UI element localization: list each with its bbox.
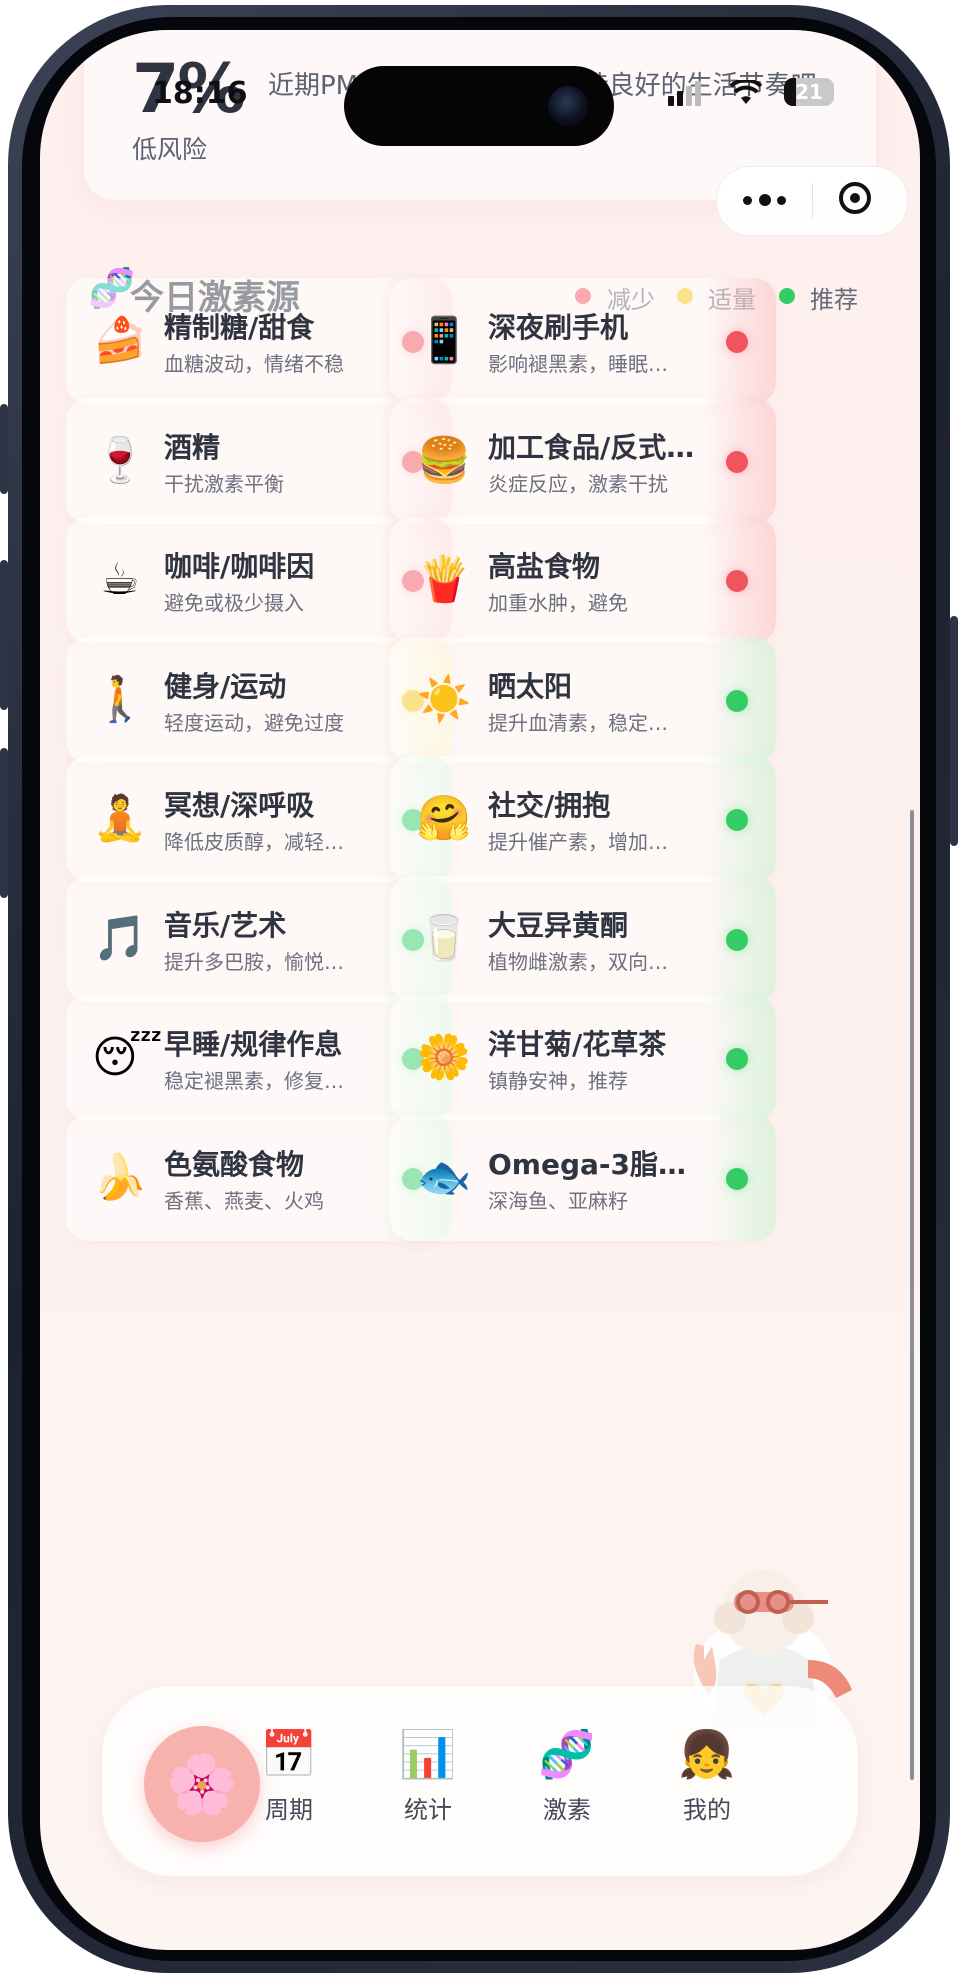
app-screen: 7% 低风险 近期PMS风险较低，继续保持良好的生活节奏吧 18:16 21 🧬… (40, 30, 920, 1950)
status-time: 18:16 (152, 76, 248, 111)
level-indicator-dot (726, 689, 748, 712)
battery-icon: 21 (784, 78, 834, 106)
source-description: 降低皮质醇，减轻… (164, 830, 344, 854)
source-description: 深海鱼、亚麻籽 (488, 1188, 628, 1213)
source-description: 避免或极少摄入 (164, 591, 304, 615)
volume-up-button (0, 560, 8, 710)
dynamic-island (344, 66, 614, 146)
source-emoji-icon: 🎵 (92, 912, 148, 964)
source-emoji-icon: 🌼 (416, 1032, 472, 1083)
hormone-source-card[interactable]: 🍔 加工食品/反式… 炎症反应，激素干扰 (390, 397, 776, 524)
source-title: 深夜刷手机 (488, 311, 629, 344)
level-indicator-dot (726, 450, 748, 473)
source-emoji-icon: 🍌 (92, 1151, 148, 1203)
source-title: 加工食品/反式… (488, 430, 695, 464)
tab-cycle[interactable]: 📅 周期 (234, 1726, 344, 1825)
source-title: 咖啡/咖啡因 (164, 550, 315, 583)
source-title: 高盐食物 (488, 550, 601, 583)
source-title: 音乐/艺术 (164, 908, 287, 942)
close-mini-program-icon[interactable] (839, 182, 871, 214)
wifi-icon (729, 78, 763, 110)
power-button (950, 616, 958, 846)
source-title: 色氨酸食物 (164, 1147, 305, 1181)
legend-dot-recommend (779, 288, 795, 304)
action-button (0, 404, 8, 494)
tab-mine-label: 我的 (683, 1796, 731, 1824)
source-title: 冥想/深呼吸 (164, 789, 315, 822)
girl-avatar-icon: 👧 (678, 1727, 736, 1781)
source-description: 影响褪黑素，睡眠… (488, 352, 668, 376)
risk-level: 低风险 (132, 135, 208, 164)
source-emoji-icon: 🥛 (416, 912, 472, 964)
hormone-source-card[interactable]: 🌼 洋甘菊/花草茶镇静安神，推荐 (390, 995, 776, 1121)
source-description: 提升多巴胺，愉悦… (164, 949, 344, 974)
level-indicator-dot (726, 928, 748, 951)
legend-recommend: 推荐 (810, 286, 858, 314)
source-emoji-icon: 🍷 (92, 434, 148, 486)
source-description: 植物雌激素，双向… (488, 949, 668, 974)
source-description: 干扰激素平衡 (164, 471, 284, 496)
source-description: 加重水肿，避免 (488, 591, 628, 615)
source-description: 镇静安神，推荐 (488, 1069, 628, 1093)
source-title: 精制糖/甜食 (164, 311, 315, 344)
source-title: Omega-3脂… (488, 1147, 687, 1181)
hormone-source-card[interactable]: 🍟 高盐食物加重水肿，避免 (390, 517, 776, 643)
tab-hormone-label: 激素 (543, 1796, 591, 1824)
source-emoji-icon: 😴 (92, 1032, 163, 1083)
source-emoji-icon: 🤗 (416, 793, 472, 844)
source-title: 早睡/规律作息 (164, 1028, 343, 1061)
tab-cycle-label: 周期 (265, 1796, 313, 1824)
source-emoji-icon: 📱 (416, 315, 472, 366)
source-emoji-icon: 🍔 (416, 434, 472, 486)
tab-mine[interactable]: 👧 我的 (652, 1726, 762, 1825)
dna-icon: 🧬 (538, 1727, 596, 1781)
hormone-source-card[interactable]: ☀️ 晒太阳提升血清素，稳定… (390, 636, 776, 763)
tab-stats[interactable]: 📊 统计 (373, 1726, 483, 1825)
source-emoji-icon: 🧘 (92, 793, 148, 844)
more-options-icon[interactable] (743, 187, 787, 215)
tab-stats-label: 统计 (404, 1796, 452, 1824)
hormone-source-card[interactable]: 🥛 大豆异黄酮植物雌激素，双向… (390, 875, 776, 1002)
bottom-tab-bar: 🌸 📅 周期 📊 统计 🧬 激素 👧 我的 (102, 1686, 858, 1876)
source-description: 稳定褪黑素，修复… (164, 1069, 344, 1093)
level-indicator-dot (726, 331, 748, 353)
signal-icon (668, 80, 702, 110)
mini-program-capsule (716, 166, 908, 236)
source-emoji-icon: 🐟 (416, 1151, 472, 1203)
source-emoji-icon: ☕ (100, 554, 140, 605)
source-description: 轻度运动，避免过度 (164, 710, 344, 735)
source-description: 香蕉、燕麦、火鸡 (164, 1188, 324, 1213)
source-emoji-icon: 🚶 (92, 673, 148, 725)
level-indicator-dot (726, 1167, 748, 1190)
volume-down-button (0, 748, 8, 898)
source-emoji-icon: ☀️ (416, 673, 472, 725)
source-title: 洋甘菊/花草茶 (488, 1028, 667, 1061)
hormone-source-card[interactable]: 🐟 Omega-3脂… 深海鱼、亚麻籽 (390, 1114, 776, 1241)
hormone-source-card[interactable]: 📱 深夜刷手机影响褪黑素，睡眠… (390, 278, 776, 404)
level-indicator-dot (726, 1048, 748, 1070)
level-indicator-dot (726, 570, 748, 592)
source-title: 社交/拥抱 (488, 789, 611, 822)
hormone-source-card[interactable]: 🤗 社交/拥抱提升催产素，增加… (390, 756, 776, 882)
source-description: 炎症反应，激素干扰 (488, 471, 668, 496)
bar-chart-icon: 📊 (399, 1727, 457, 1781)
source-title: 晒太阳 (488, 669, 573, 703)
source-description: 提升血清素，稳定… (488, 710, 668, 735)
level-indicator-dot (726, 809, 748, 831)
source-title: 酒精 (164, 430, 221, 464)
calendar-icon: 📅 (260, 1727, 318, 1781)
source-description: 血糖波动，情绪不稳 (164, 352, 344, 376)
tab-hormone[interactable]: 🧬 激素 (512, 1726, 622, 1825)
phone-frame: 7% 低风险 近期PMS风险较低，继续保持良好的生活节奏吧 18:16 21 🧬… (0, 0, 960, 1979)
scrollbar[interactable] (910, 810, 914, 1780)
source-description: 提升催产素，增加… (488, 830, 668, 854)
source-emoji-icon: 🍰 (92, 315, 148, 366)
source-title: 健身/运动 (164, 669, 287, 703)
source-title: 大豆异黄酮 (488, 908, 629, 942)
source-emoji-icon: 🍟 (416, 554, 472, 605)
